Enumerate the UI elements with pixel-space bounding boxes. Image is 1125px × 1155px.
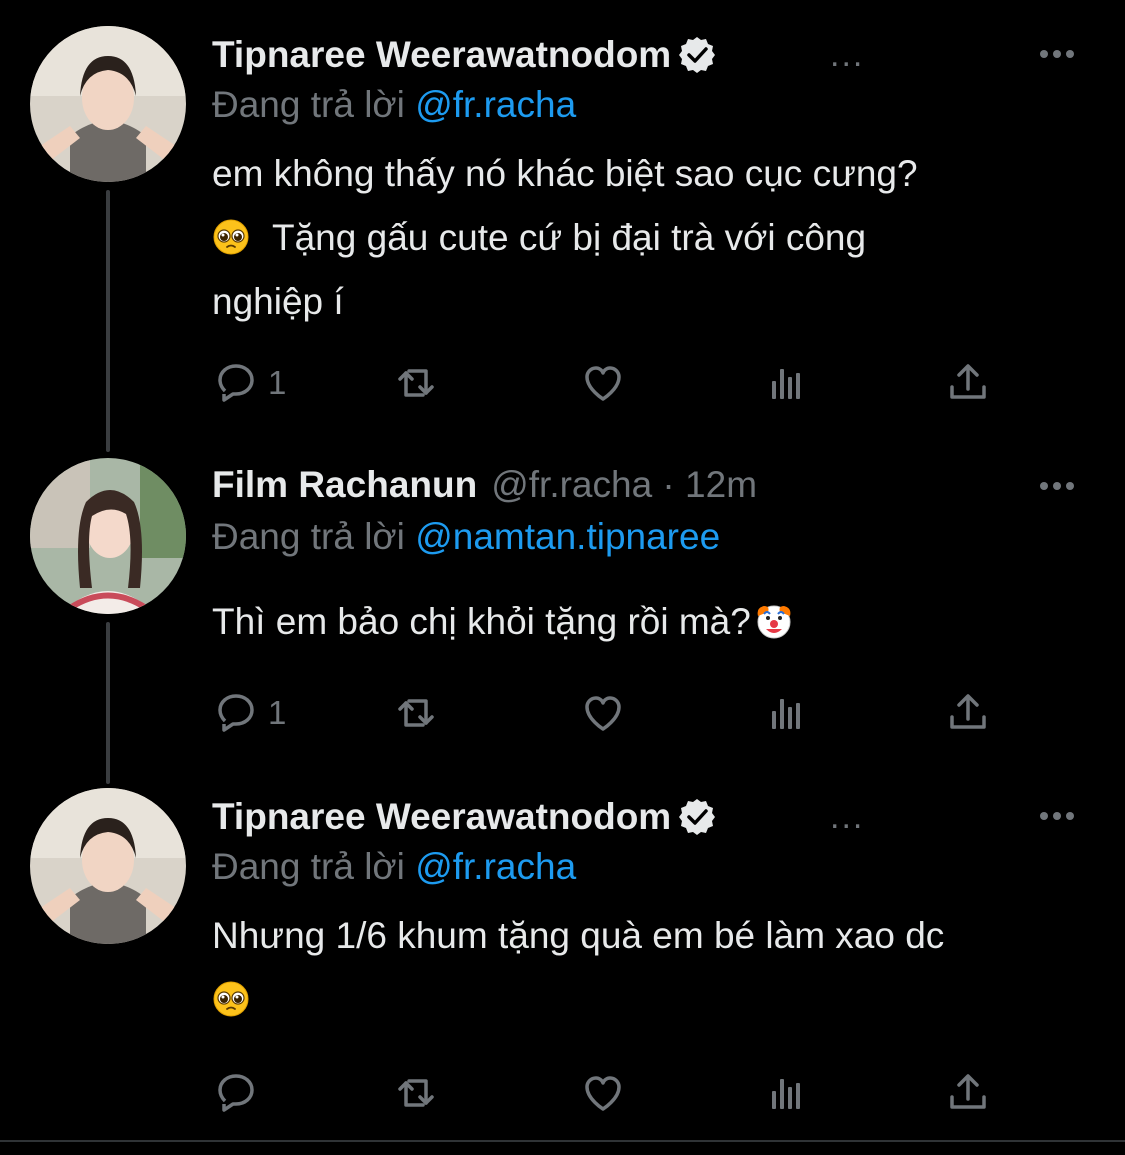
- retweet-icon: [398, 369, 434, 397]
- reply-prefix: Đang trả lời: [212, 84, 405, 125]
- mention-link[interactable]: @namtan.tipnaree: [415, 516, 720, 557]
- views-button[interactable]: [762, 1068, 810, 1118]
- tweet-text-line: Tặng gấu cute cứ bị đại trà với công: [212, 206, 1092, 270]
- reply-button[interactable]: [212, 1068, 268, 1118]
- like-button[interactable]: [579, 1068, 627, 1118]
- clown-face-emoji: [756, 605, 792, 639]
- more-options-icon[interactable]: [1040, 476, 1084, 496]
- tweet-text-line: nghiệp í: [212, 281, 344, 322]
- header-ellipsis: ...: [830, 798, 865, 836]
- retweet-icon: [398, 1079, 434, 1107]
- pleading-face-emoji: [213, 981, 249, 1017]
- views-button[interactable]: [762, 688, 810, 738]
- display-name[interactable]: Film Rachanun: [212, 464, 477, 506]
- like-icon: [585, 366, 621, 401]
- replying-to: Đang trả lời @namtan.tipnaree: [212, 516, 720, 558]
- retweet-button[interactable]: [392, 358, 440, 408]
- like-icon: [585, 696, 621, 731]
- verified-badge-icon: [677, 35, 717, 75]
- tweet-actions: [212, 1068, 1012, 1118]
- reply-count: 1: [268, 364, 287, 401]
- reply-count: 1: [268, 694, 287, 731]
- tweet-text-line: Nhưng 1/6 khum tặng quà em bé làm xao dc: [212, 915, 945, 956]
- reply-button[interactable]: 1: [212, 358, 286, 408]
- views-icon: [772, 369, 800, 399]
- reply-icon: [218, 364, 254, 402]
- tweet-header: Tipnaree Weerawatnodom: [212, 796, 717, 838]
- tweet-text: em không thấy nó khác biệt sao cục cưng?…: [212, 142, 1092, 334]
- reply-prefix: Đang trả lời: [212, 516, 405, 557]
- share-icon: [950, 1074, 986, 1109]
- thread-connector: [106, 190, 110, 452]
- avatar[interactable]: [30, 26, 186, 182]
- share-icon: [950, 364, 986, 399]
- pleading-face-emoji: [213, 219, 249, 255]
- reply-prefix: Đang trả lời: [212, 846, 405, 887]
- like-icon: [585, 1076, 621, 1111]
- share-button[interactable]: [944, 688, 992, 738]
- like-button[interactable]: [579, 358, 627, 408]
- display-name[interactable]: Tipnaree Weerawatnodom: [212, 34, 671, 76]
- tweet-text-segment: Tặng gấu cute cứ bị đại trà với công: [272, 217, 867, 258]
- reply-button[interactable]: 1: [212, 688, 286, 738]
- replying-to: Đang trả lời @fr.racha: [212, 84, 576, 126]
- retweet-button[interactable]: [392, 1068, 440, 1118]
- more-options-icon[interactable]: [1040, 44, 1084, 64]
- header-ellipsis: ...: [830, 36, 865, 74]
- mention-link[interactable]: @fr.racha: [415, 846, 576, 887]
- thread-connector: [106, 622, 110, 784]
- reply-icon: [218, 694, 254, 732]
- share-button[interactable]: [944, 358, 992, 408]
- handle-and-time[interactable]: @fr.racha · 12m: [491, 464, 757, 506]
- views-button[interactable]: [762, 358, 810, 408]
- tweet-text: Thì em bảo chị khỏi tặng rồi mà?: [212, 590, 1092, 654]
- tweet-header: Tipnaree Weerawatnodom: [212, 34, 717, 76]
- verified-badge-icon: [677, 797, 717, 837]
- retweet-button[interactable]: [392, 688, 440, 738]
- tweet-header: Film Rachanun @fr.racha · 12m: [212, 464, 757, 506]
- mention-link[interactable]: @fr.racha: [415, 84, 576, 125]
- retweet-icon: [398, 699, 434, 727]
- tweet-text-line: [212, 968, 1092, 1032]
- like-button[interactable]: [579, 688, 627, 738]
- replying-to: Đang trả lời @fr.racha: [212, 846, 576, 888]
- bottom-divider: [0, 1140, 1125, 1142]
- reply-icon: [218, 1074, 254, 1112]
- share-icon: [950, 694, 986, 729]
- tweet-actions: 1: [212, 688, 1012, 738]
- share-button[interactable]: [944, 1068, 992, 1118]
- views-icon: [772, 1079, 800, 1109]
- tweet-text-line: em không thấy nó khác biệt sao cục cưng?: [212, 153, 918, 194]
- views-icon: [772, 699, 800, 729]
- avatar[interactable]: [30, 458, 186, 614]
- display-name[interactable]: Tipnaree Weerawatnodom: [212, 796, 671, 838]
- more-options-icon[interactable]: [1040, 806, 1084, 826]
- tweet-actions: 1: [212, 358, 1012, 408]
- tweet-text: Nhưng 1/6 khum tặng quà em bé làm xao dc: [212, 904, 1092, 1032]
- avatar[interactable]: [30, 788, 186, 944]
- tweet-text-segment: Thì em bảo chị khỏi tặng rồi mà?: [212, 601, 751, 642]
